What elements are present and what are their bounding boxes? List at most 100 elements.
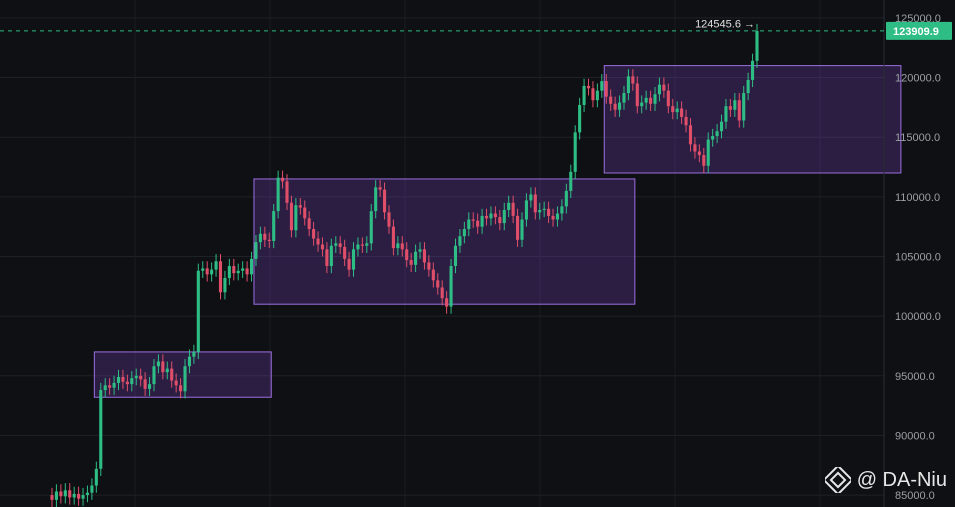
candle-body bbox=[702, 155, 706, 166]
candle-body bbox=[711, 135, 715, 140]
candle-body bbox=[174, 380, 178, 386]
candle-body bbox=[578, 104, 582, 133]
candle-body bbox=[227, 266, 231, 278]
candle-body bbox=[719, 121, 724, 132]
candle-body bbox=[586, 85, 591, 89]
candle-body bbox=[476, 220, 480, 227]
candle-body bbox=[360, 244, 364, 246]
candle-body bbox=[343, 246, 347, 259]
candle-body bbox=[431, 269, 435, 281]
candle-body bbox=[112, 382, 116, 388]
candle-body bbox=[666, 90, 670, 107]
candle-body bbox=[63, 490, 67, 497]
candle-body bbox=[644, 97, 648, 103]
candle-body bbox=[94, 468, 98, 486]
candle-body bbox=[267, 239, 271, 241]
candle-body bbox=[196, 270, 200, 352]
candle-body bbox=[493, 213, 497, 218]
candle-body bbox=[320, 244, 325, 250]
candle-body bbox=[249, 258, 254, 275]
candle-body bbox=[156, 361, 160, 367]
candle-body bbox=[152, 366, 156, 385]
candle-body bbox=[662, 84, 666, 91]
candle-body bbox=[236, 270, 240, 274]
candle-body bbox=[400, 243, 404, 250]
candle-body bbox=[467, 219, 471, 230]
candle-body bbox=[609, 96, 613, 104]
candle-body bbox=[378, 187, 382, 190]
candle-body bbox=[422, 249, 427, 263]
candle-body bbox=[121, 376, 125, 382]
candle-body bbox=[312, 229, 316, 239]
candle-body bbox=[697, 151, 701, 156]
candle-body bbox=[338, 243, 342, 247]
candle-body bbox=[755, 31, 759, 61]
candle-body bbox=[458, 236, 462, 246]
candle-body bbox=[218, 261, 223, 293]
candle-body bbox=[462, 229, 466, 237]
candle-body bbox=[724, 106, 728, 122]
candle-body bbox=[192, 351, 196, 357]
candle-body bbox=[684, 116, 688, 126]
candle-body bbox=[85, 492, 90, 496]
candle-body bbox=[307, 218, 311, 230]
candle-body bbox=[533, 194, 537, 213]
candle-body bbox=[520, 219, 524, 240]
candle-body bbox=[489, 213, 493, 219]
candle-body bbox=[329, 245, 333, 267]
candle-body bbox=[272, 211, 276, 241]
candle-body bbox=[675, 108, 679, 113]
current-price-label: 123909.9 bbox=[893, 26, 939, 38]
candle-body bbox=[715, 131, 719, 136]
candle-body bbox=[480, 215, 484, 227]
candle-body bbox=[622, 93, 626, 103]
candle-body bbox=[538, 209, 542, 213]
range-boxes bbox=[93, 65, 902, 398]
candle-body bbox=[409, 260, 413, 265]
candle-body bbox=[728, 106, 732, 110]
price-overlay: 123909.9 124545.6 → bbox=[0, 18, 952, 40]
candle-body bbox=[103, 385, 107, 391]
candlestick-chart[interactable]: 85000.090000.095000.0100000.0105000.0110… bbox=[0, 0, 955, 507]
candle-body bbox=[241, 268, 245, 271]
y-tick-label: 90000.0 bbox=[895, 430, 935, 442]
candle-body bbox=[617, 102, 622, 110]
candle-body bbox=[81, 495, 85, 499]
candle-body bbox=[529, 194, 533, 201]
candle-body bbox=[560, 206, 564, 214]
candle-body bbox=[564, 190, 568, 207]
candle-body bbox=[223, 277, 227, 293]
candle-body bbox=[316, 238, 320, 245]
y-tick-label: 115000.0 bbox=[895, 132, 940, 144]
candle-body bbox=[693, 144, 697, 152]
candle-body bbox=[351, 249, 356, 270]
candle-body bbox=[547, 208, 551, 216]
candle-body bbox=[276, 177, 280, 212]
candle-body bbox=[374, 187, 378, 212]
candle-body bbox=[205, 268, 209, 275]
candle-body bbox=[365, 243, 369, 246]
candle-body bbox=[635, 83, 639, 107]
y-tick-label: 120000.0 bbox=[895, 73, 941, 85]
y-tick-label: 105000.0 bbox=[895, 251, 941, 263]
candle-body bbox=[108, 385, 112, 388]
candle-body bbox=[604, 81, 608, 97]
y-tick-label: 110000.0 bbox=[895, 192, 940, 204]
candle-body bbox=[325, 249, 329, 267]
candle-body bbox=[170, 368, 174, 381]
binance-logo-icon bbox=[824, 467, 851, 493]
candle-body bbox=[751, 60, 755, 80]
candle-body bbox=[436, 280, 440, 288]
candle-body bbox=[582, 85, 586, 105]
candle-body bbox=[391, 226, 395, 249]
candle-body bbox=[183, 366, 187, 392]
candle-body bbox=[294, 205, 298, 231]
candle-body bbox=[591, 88, 595, 101]
candle-body bbox=[369, 211, 373, 244]
candle-body bbox=[414, 251, 418, 265]
candle-body bbox=[405, 249, 409, 261]
candle-body bbox=[347, 258, 351, 270]
candle-body bbox=[507, 202, 511, 210]
candle-body bbox=[99, 390, 103, 469]
candle-body bbox=[471, 219, 475, 221]
